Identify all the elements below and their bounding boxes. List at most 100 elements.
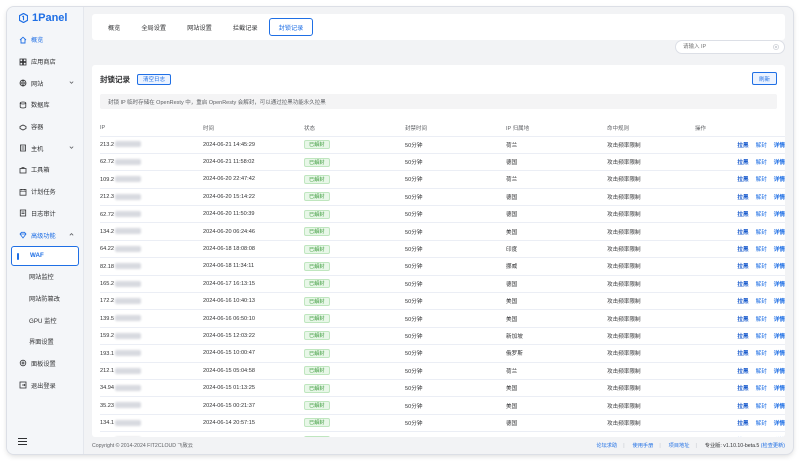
unblock-button[interactable]: 解封	[756, 317, 767, 323]
github-link[interactable]: 项目地址	[669, 442, 690, 449]
unblock-button[interactable]: 解封	[756, 247, 767, 253]
cell-rule: 攻击频率限制	[607, 153, 695, 172]
check-update-link[interactable]: (检查更新)	[761, 443, 785, 449]
detail-button[interactable]: 详情	[774, 421, 785, 427]
sidebar-item-toolbox[interactable]: 工具箱	[7, 159, 83, 181]
detail-button[interactable]: 详情	[774, 177, 785, 183]
detail-button[interactable]: 详情	[774, 299, 785, 305]
sidebar-item-site-monitor[interactable]: 网站监控	[7, 266, 83, 288]
tab-site-settings[interactable]: 网站设置	[177, 18, 222, 36]
unblock-button[interactable]: 解封	[756, 386, 767, 392]
sidebar-item-panel-settings[interactable]: 面板设置	[7, 353, 83, 375]
menu-collapse-icon[interactable]	[18, 438, 27, 446]
detail-button[interactable]: 详情	[774, 264, 785, 270]
ip-search-input[interactable]	[676, 41, 771, 53]
unblock-button[interactable]: 解封	[756, 299, 767, 305]
cell-time: 2024-06-15 01:13:25	[203, 379, 304, 398]
blacklist-button[interactable]: 拉黑	[737, 264, 748, 270]
blacklist-button[interactable]: 拉黑	[737, 143, 748, 149]
unblock-button[interactable]: 解封	[756, 282, 767, 288]
sidebar-item-gpu-monitor[interactable]: GPU 监控	[7, 309, 83, 331]
redacted-ip	[115, 263, 141, 270]
blacklist-button[interactable]: 拉黑	[737, 351, 748, 357]
unblock-button[interactable]: 解封	[756, 421, 767, 427]
unblock-button[interactable]: 解封	[756, 143, 767, 149]
blacklist-button[interactable]: 拉黑	[737, 404, 748, 410]
cell-duration: 50分钟	[405, 292, 506, 311]
sidebar-item-website[interactable]: 网站	[7, 72, 83, 94]
sidebar-item-label: 日志审计	[31, 210, 56, 218]
unblock-button[interactable]: 解封	[756, 351, 767, 357]
detail-button[interactable]: 详情	[774, 334, 785, 340]
sidebar-item-logout[interactable]: 退出登录	[7, 374, 83, 396]
sidebar-item-ui-settings[interactable]: 界面设置	[7, 331, 83, 353]
forum-link[interactable]: 论坛求助	[596, 442, 617, 449]
blacklist-button[interactable]: 拉黑	[737, 334, 748, 340]
tab-block-log[interactable]: 封锁记录	[268, 18, 314, 36]
detail-button[interactable]: 详情	[774, 404, 785, 410]
blacklist-button[interactable]: 拉黑	[737, 421, 748, 427]
blacklist-button[interactable]: 拉黑	[737, 369, 748, 375]
blacklist-button[interactable]: 拉黑	[737, 386, 748, 392]
detail-button[interactable]: 详情	[774, 386, 785, 392]
blacklist-button[interactable]: 拉黑	[737, 247, 748, 253]
sidebar-item-database[interactable]: 数据库	[7, 94, 83, 116]
detail-button[interactable]: 详情	[774, 212, 785, 218]
tab-global-settings[interactable]: 全局设置	[131, 18, 176, 36]
sidebar-item-cron[interactable]: 计划任务	[7, 181, 83, 203]
tab-intercept-log[interactable]: 拦截记录	[223, 18, 268, 36]
detail-button[interactable]: 详情	[774, 351, 785, 357]
sidebar-item-appstore[interactable]: 应用商店	[7, 51, 83, 73]
blacklist-button[interactable]: 拉黑	[737, 160, 748, 166]
blacklist-button[interactable]: 拉黑	[737, 195, 748, 201]
blacklist-button[interactable]: 拉黑	[737, 230, 748, 236]
sidebar-item-tamper-proof[interactable]: 网站防篡改	[7, 288, 83, 310]
ip-text: 212.1	[100, 368, 114, 375]
cell-ip: 82.18	[100, 257, 203, 276]
table-row: 134.2 2024-06-20 06:24:46 已解封 50分钟 美国 攻击频率限制拉…	[100, 222, 785, 241]
detail-button[interactable]: 详情	[774, 369, 785, 375]
cell-ip: 139.5	[100, 431, 203, 437]
chevron-up-icon	[69, 233, 74, 236]
table-row: 134.1 2024-06-14 20:57:15 已解封 50分钟 德国 攻击频率限制拉…	[100, 414, 785, 433]
cell-status: 已解封	[304, 222, 405, 241]
blacklist-button[interactable]: 拉黑	[737, 299, 748, 305]
detail-button[interactable]: 详情	[774, 230, 785, 236]
unblock-button[interactable]: 解封	[756, 177, 767, 183]
detail-button[interactable]: 详情	[774, 160, 785, 166]
sidebar-item-overview[interactable]: 概览	[7, 29, 83, 51]
unblock-button[interactable]: 解封	[756, 369, 767, 375]
logo[interactable]: 1Panel	[7, 7, 83, 29]
sidebar-item-advanced[interactable]: 高级功能	[7, 224, 83, 246]
blacklist-button[interactable]: 拉黑	[737, 317, 748, 323]
tab-overview[interactable]: 概览	[98, 18, 130, 36]
unblock-button[interactable]: 解封	[756, 160, 767, 166]
docs-link[interactable]: 使用手册	[633, 442, 654, 449]
unblock-button[interactable]: 解封	[756, 334, 767, 340]
detail-button[interactable]: 详情	[774, 317, 785, 323]
sidebar-item-host[interactable]: 主机	[7, 137, 83, 159]
clear-log-button[interactable]: 清空日志	[137, 73, 172, 85]
detail-button[interactable]: 详情	[774, 195, 785, 201]
ip-text: 165.2	[100, 281, 114, 288]
blacklist-button[interactable]: 拉黑	[737, 212, 748, 218]
unblock-button[interactable]: 解封	[756, 230, 767, 236]
blacklist-button[interactable]: 拉黑	[737, 282, 748, 288]
unblock-button[interactable]: 解封	[756, 212, 767, 218]
sidebar-item-container[interactable]: 容器	[7, 116, 83, 138]
unblock-button[interactable]: 解封	[756, 195, 767, 201]
unblock-button[interactable]: 解封	[756, 404, 767, 410]
detail-button[interactable]: 详情	[774, 143, 785, 149]
blacklist-button[interactable]: 拉黑	[737, 177, 748, 183]
clear-icon[interactable]	[773, 44, 779, 50]
refresh-button[interactable]: 刷新	[751, 72, 777, 85]
detail-button[interactable]: 详情	[774, 282, 785, 288]
sidebar-item-log-audit[interactable]: 日志审计	[7, 203, 83, 225]
table-header-row: IP 时间 状态 封禁时间 IP 归属地 命中规则 操作	[100, 121, 785, 137]
unblock-button[interactable]: 解封	[756, 264, 767, 270]
cell-duration: 50分钟	[405, 396, 506, 415]
table-row: 193.1 2024-06-15 10:00:47 已解封 50分钟 俄罗斯 攻击频率限制…	[100, 344, 785, 363]
sidebar-item-waf[interactable]: WAF	[11, 245, 79, 266]
cell-ip: 212.3	[100, 188, 203, 207]
detail-button[interactable]: 详情	[774, 247, 785, 253]
